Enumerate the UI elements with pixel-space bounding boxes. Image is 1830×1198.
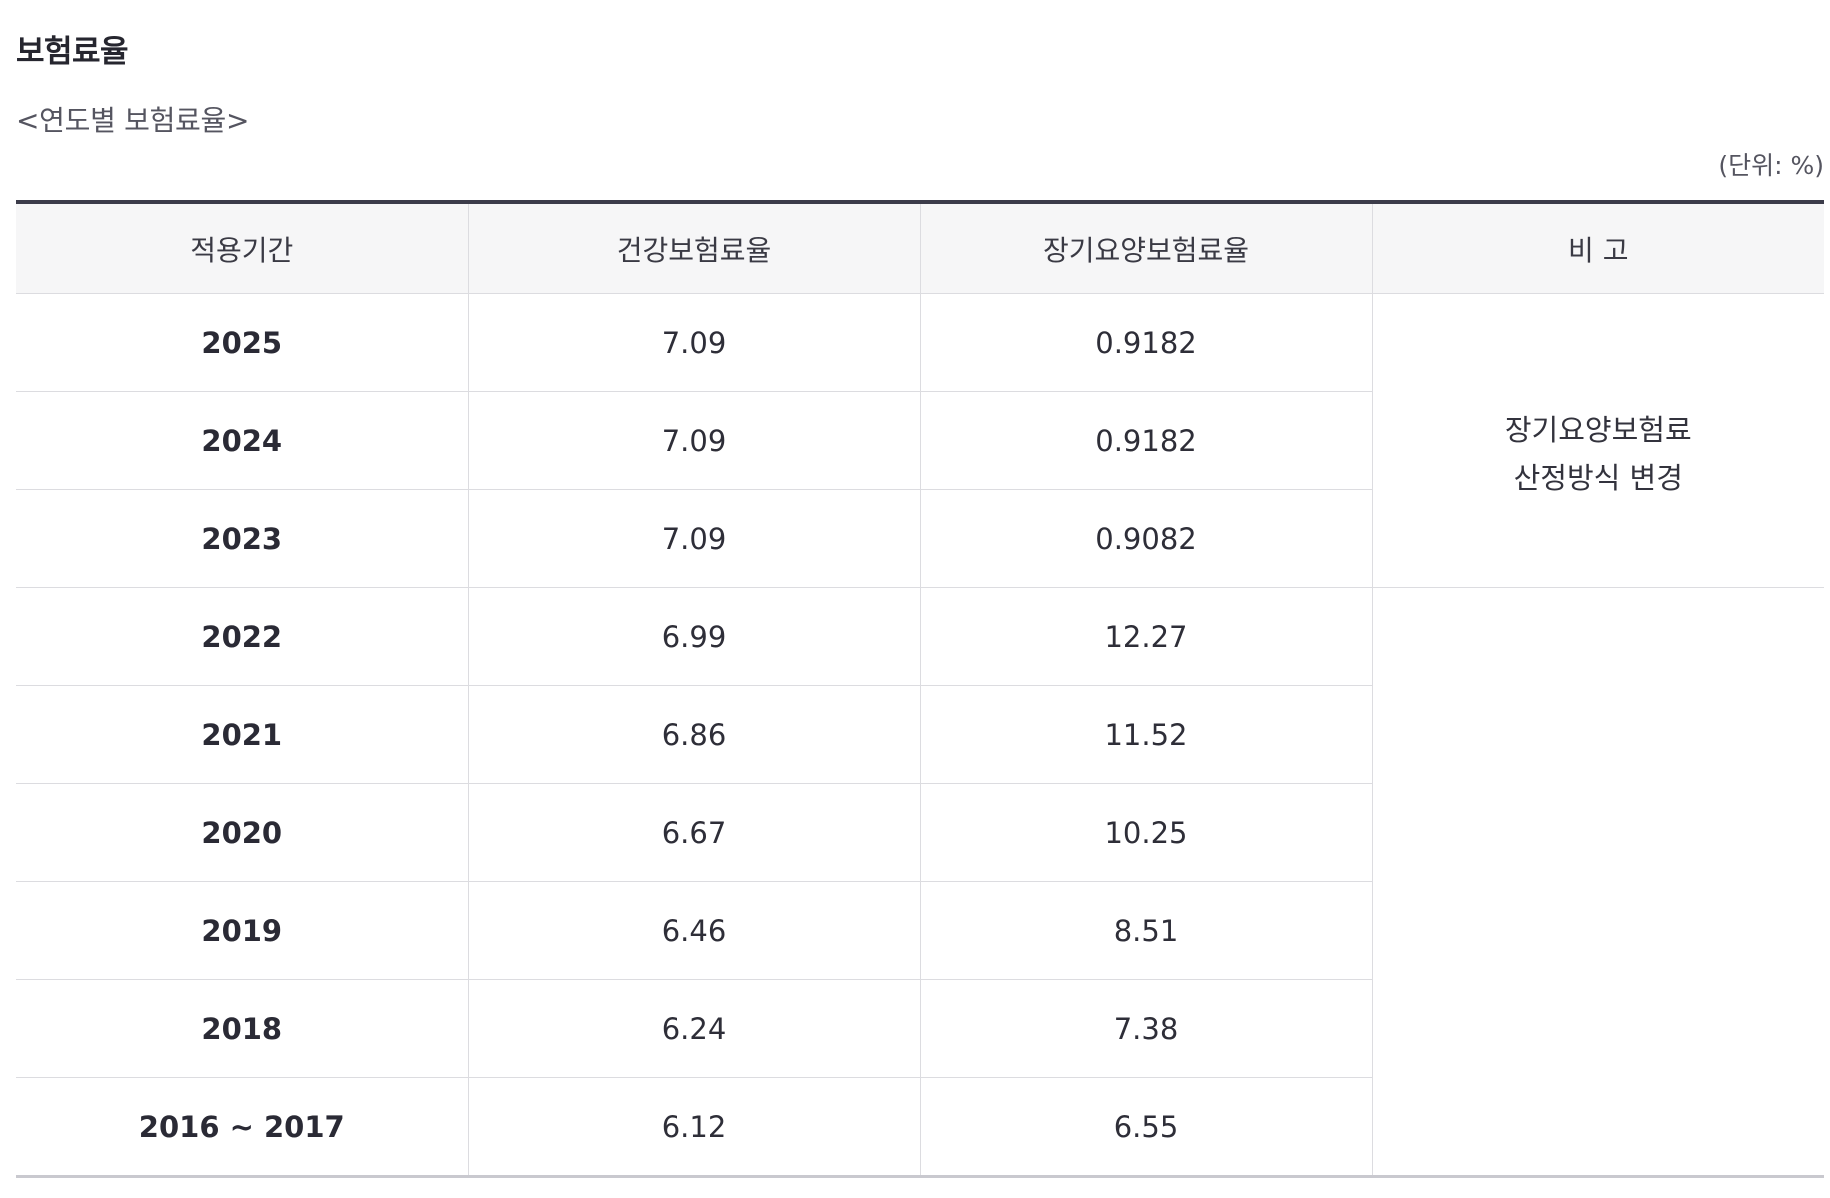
ltc-rate-cell: 10.25 [920,783,1373,882]
unit-note: (단위: %) [1718,151,1824,180]
table-caption: <연도별 보험료율> [16,104,250,137]
ltc-rate-cell: 0.9182 [920,391,1373,490]
period-cell: 2025 [16,293,469,392]
health-rate-cell: 6.24 [468,979,921,1078]
table-row: 2025 7.09 0.9182 장기요양보험료 산정방식 변경 [16,293,1824,588]
health-rate-cell: 7.09 [468,391,921,490]
note-cell-empty [1372,588,1824,1177]
page: 보험료율 <연도별 보험료율> (단위: %) 적용기간 건강보험료율 장기요양… [0,0,1830,1198]
ltc-rate-cell: 11.52 [920,685,1373,784]
period-cell: 2022 [16,587,469,686]
note-line-2: 산정방식 변경 [1513,461,1683,495]
note-line-1: 장기요양보험료 [1504,413,1692,447]
table-header-row: 적용기간 건강보험료율 장기요양보험료율 비 고 [16,202,1824,294]
period-cell: 2024 [16,391,469,490]
header-health-rate: 건강보험료율 [468,202,921,294]
ltc-rate-cell: 0.9082 [920,489,1373,588]
ltc-rate-cell: 12.27 [920,587,1373,686]
health-rate-cell: 6.99 [468,587,921,686]
health-rate-cell: 6.86 [468,685,921,784]
ltc-rate-cell: 8.51 [920,881,1373,980]
header-period: 적용기간 [16,202,469,294]
period-cell: 2016 ~ 2017 [16,1077,469,1177]
section-title: 보험료율 [16,34,129,70]
ltc-rate-cell: 6.55 [920,1077,1373,1177]
period-cell: 2023 [16,489,469,588]
note-cell: 장기요양보험료 산정방식 변경 [1372,293,1824,588]
period-cell: 2021 [16,685,469,784]
ltc-rate-cell: 7.38 [920,979,1373,1078]
insurance-rate-table: 적용기간 건강보험료율 장기요양보험료율 비 고 2025 7.09 0.918… [16,200,1824,1178]
ltc-rate-cell: 0.9182 [920,293,1373,392]
period-cell: 2018 [16,979,469,1078]
header-ltc-rate: 장기요양보험료율 [920,202,1373,294]
table-row: 2022 6.99 12.27 [16,587,1824,686]
header-note: 비 고 [1372,202,1824,294]
health-rate-cell: 7.09 [468,293,921,392]
health-rate-cell: 6.67 [468,783,921,882]
period-cell: 2019 [16,881,469,980]
period-cell: 2020 [16,783,469,882]
health-rate-cell: 7.09 [468,489,921,588]
health-rate-cell: 6.46 [468,881,921,980]
health-rate-cell: 6.12 [468,1077,921,1177]
